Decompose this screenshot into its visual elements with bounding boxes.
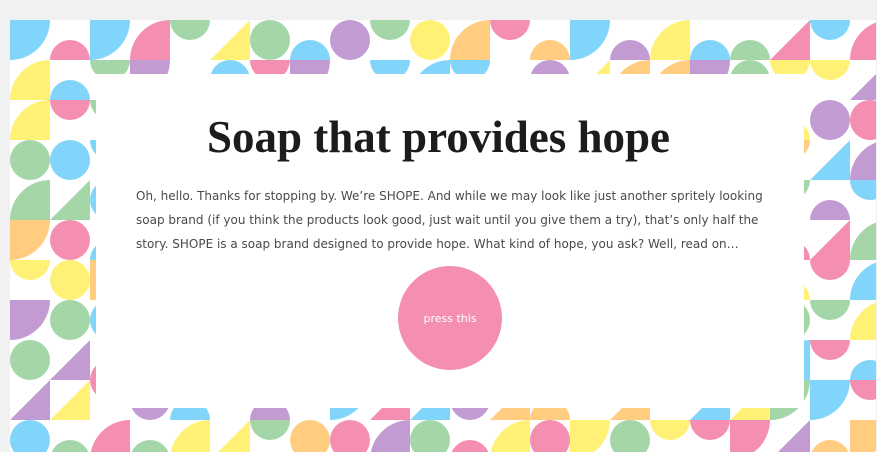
pattern-shape	[451, 440, 489, 452]
top-strip	[0, 0, 877, 20]
pattern-shape	[850, 420, 876, 452]
pattern-shape	[330, 20, 370, 60]
pattern-shape	[490, 420, 530, 452]
pattern-shape	[530, 420, 570, 452]
pattern-shape	[290, 420, 330, 452]
pattern-shape	[811, 440, 849, 452]
press-this-button[interactable]: press this	[398, 266, 502, 370]
pattern-shape	[530, 40, 570, 60]
pattern-shape	[778, 420, 810, 452]
pattern-shape	[650, 420, 690, 440]
pattern-shape	[410, 20, 450, 60]
pattern-shape	[170, 20, 210, 40]
pattern-shape	[10, 380, 50, 420]
pattern-shape	[330, 420, 370, 452]
pattern-shape	[10, 60, 50, 100]
pattern-shape	[170, 420, 210, 452]
pattern-shape	[650, 20, 690, 60]
intro-paragraph: Oh, hello. Thanks for stopping by. We’re…	[136, 189, 763, 251]
pattern-shape	[250, 20, 290, 60]
pattern-shape	[730, 40, 770, 60]
pattern-shape	[730, 420, 770, 452]
pattern-shape	[290, 40, 330, 60]
pattern-shape	[50, 220, 90, 260]
pattern-shape	[850, 222, 876, 260]
pattern-shape	[850, 360, 876, 380]
pattern-shape	[810, 260, 850, 280]
pattern-shape	[10, 340, 50, 380]
pattern-shape	[450, 20, 490, 60]
pattern-shape	[51, 440, 89, 452]
pattern-shape	[130, 20, 170, 60]
pattern-shape	[10, 180, 50, 220]
pattern-shape	[690, 40, 730, 60]
pattern-shape	[610, 40, 650, 60]
pattern-shape	[370, 20, 410, 40]
pattern-shape	[50, 80, 90, 100]
pattern-shape	[50, 380, 90, 420]
pattern-shape	[50, 340, 90, 380]
pattern-shape	[10, 420, 50, 452]
pattern-shape	[490, 20, 530, 40]
pattern-shape	[850, 74, 876, 100]
pattern-shape	[210, 20, 250, 60]
pattern-shape	[50, 260, 90, 300]
pattern-shape	[810, 340, 850, 360]
pattern-shape	[850, 380, 876, 400]
pattern-shape	[370, 420, 410, 452]
pattern-shape	[10, 300, 50, 340]
pattern-shape	[690, 420, 730, 440]
pattern-shape	[50, 300, 90, 340]
pattern-shape	[90, 420, 130, 452]
pattern-shape	[50, 40, 90, 60]
pattern-shape	[10, 260, 50, 280]
pattern-shape	[610, 420, 650, 452]
pattern-shape	[10, 220, 50, 260]
pattern-shape	[90, 20, 130, 60]
pattern-shape	[131, 440, 169, 452]
pattern-shape	[810, 300, 850, 320]
pattern-shape	[10, 20, 50, 60]
pattern-shape	[850, 262, 876, 300]
pattern-shape	[850, 180, 876, 200]
pattern-shape	[850, 302, 876, 340]
pattern-shape	[410, 420, 450, 452]
pattern-shape	[810, 20, 850, 40]
pattern-shape	[810, 380, 850, 420]
pattern-shape	[570, 20, 610, 60]
pattern-shape	[50, 180, 90, 220]
pattern-shape	[218, 420, 250, 452]
pattern-shape	[810, 200, 850, 220]
page-title: Soap that provides hope	[206, 112, 671, 162]
pattern-shape	[810, 60, 850, 80]
pattern-shape	[770, 20, 810, 60]
pattern-shape	[810, 220, 850, 260]
pattern-shape	[850, 22, 876, 60]
pattern-shape	[250, 420, 290, 440]
pattern-shape	[570, 420, 610, 452]
